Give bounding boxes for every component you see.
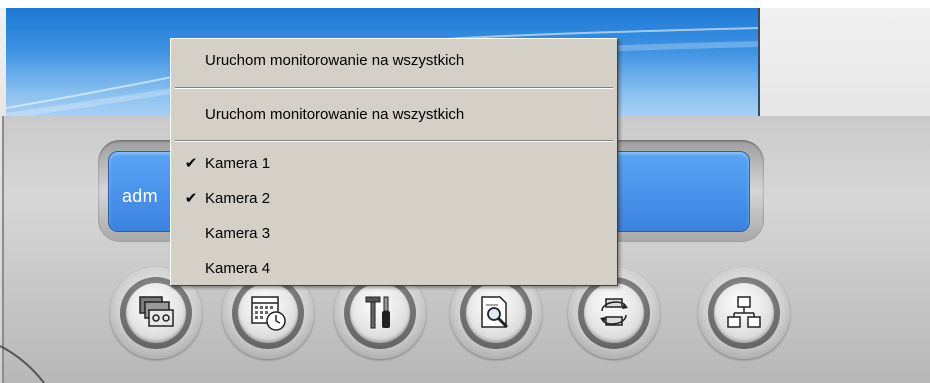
context-menu: Uruchom monitorowanie na wszystkich Uruc… bbox=[170, 38, 618, 286]
calendar-clock-icon bbox=[251, 296, 286, 331]
housing-edge-curve bbox=[0, 345, 45, 383]
menu-item-label: Kamera 1 bbox=[205, 155, 271, 172]
checkmark-icon: ✔ bbox=[184, 155, 198, 172]
menu-separator bbox=[175, 140, 613, 142]
application-window: adm Uruchom monitorowanie na wszystkich … bbox=[0, 0, 930, 383]
video-tape-icon bbox=[139, 296, 174, 327]
menu-item-kamera-2[interactable]: ✔ Kamera 2 bbox=[171, 181, 617, 216]
menu-item-label: Kamera 3 bbox=[205, 225, 271, 242]
checkmark-icon: ✔ bbox=[184, 190, 198, 207]
menu-item-start-monitoring-all[interactable]: Uruchom monitorowanie na wszystkich bbox=[171, 45, 617, 77]
display-user-text: adm bbox=[122, 186, 158, 206]
window-top-edge bbox=[0, 0, 930, 8]
menu-item-start-monitoring-all-2[interactable]: Uruchom monitorowanie na wszystkich bbox=[171, 99, 617, 131]
device-refresh-icon bbox=[600, 298, 628, 326]
menu-item-kamera-4[interactable]: Kamera 4 bbox=[171, 251, 617, 286]
menu-separator bbox=[175, 87, 613, 89]
document-search-icon bbox=[481, 296, 509, 329]
menu-item-label: Kamera 2 bbox=[205, 190, 271, 207]
menu-item-label: Kamera 4 bbox=[205, 260, 271, 277]
tools-icon bbox=[365, 296, 390, 329]
menu-item-label: Uruchom monitorowanie na wszystkich bbox=[205, 106, 465, 123]
network-button[interactable] bbox=[698, 267, 790, 359]
menu-item-kamera-1[interactable]: ✔ Kamera 1 bbox=[171, 146, 617, 181]
network-icon bbox=[727, 296, 761, 328]
menu-item-label: Uruchom monitorowanie na wszystkich bbox=[205, 52, 465, 69]
menu-item-kamera-3[interactable]: Kamera 3 bbox=[171, 216, 617, 251]
